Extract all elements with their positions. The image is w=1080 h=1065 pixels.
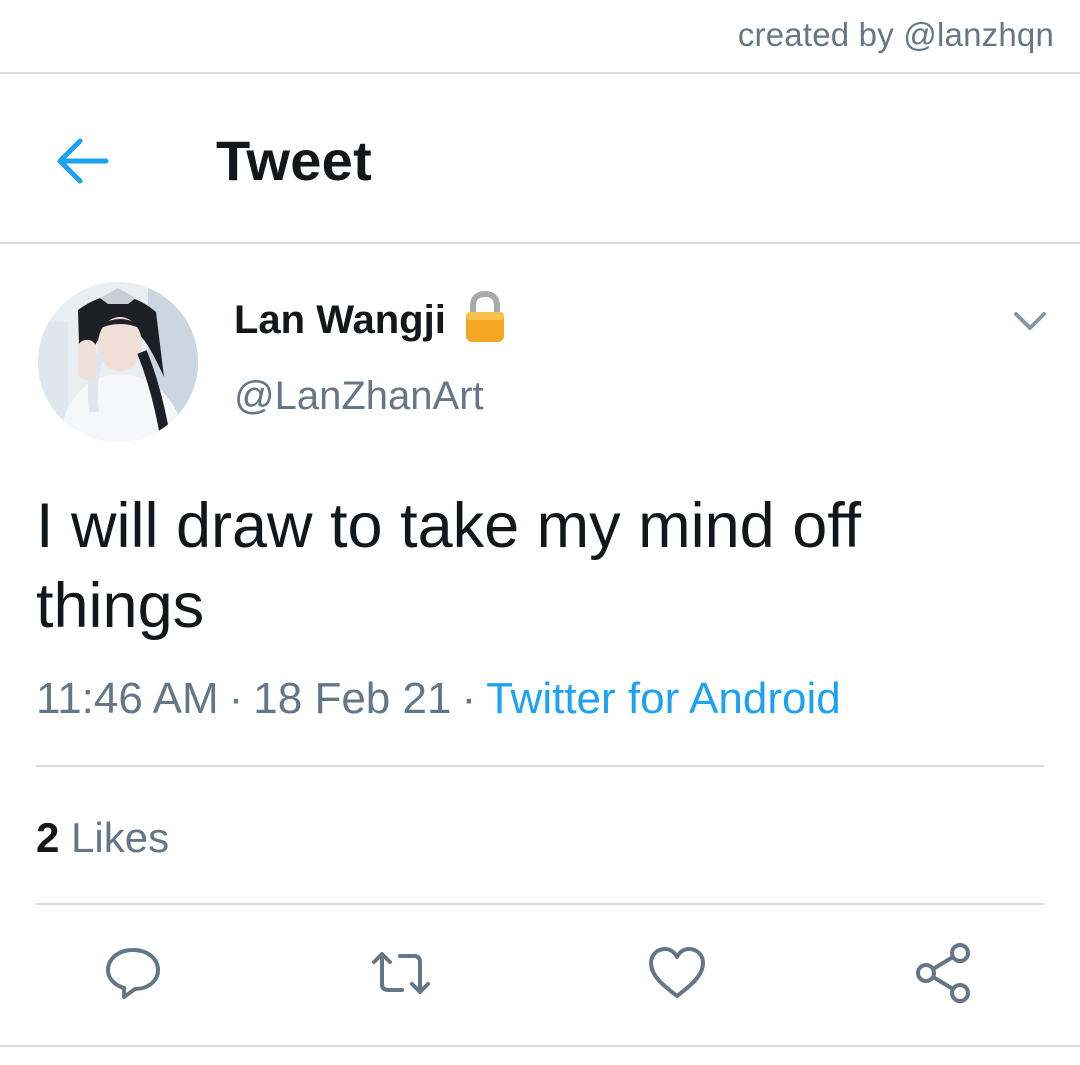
arrow-left-icon (57, 138, 109, 184)
lock-icon (465, 290, 504, 342)
author-handle[interactable]: @LanZhanArt (234, 374, 484, 419)
meta-separator: · (461, 674, 477, 723)
meta-separator: · (228, 674, 244, 723)
author-display-name: Lan Wangji (234, 297, 446, 342)
retweet-button[interactable] (368, 940, 434, 1006)
tweet-source-link[interactable]: Twitter for Android (486, 674, 841, 723)
avatar-image (38, 282, 198, 442)
chevron-down-icon (1014, 312, 1046, 330)
creator-watermark: created by @lanzhqn (737, 16, 1054, 53)
share-icon (916, 943, 970, 1003)
likes-count[interactable]: 2 Likes (36, 814, 169, 862)
author-name-row[interactable]: Lan Wangji (234, 290, 508, 344)
tweet-date: 18 Feb 21 (253, 674, 452, 723)
comment-icon (106, 948, 160, 999)
retweet-icon (372, 952, 430, 994)
likes-number: 2 (36, 814, 60, 861)
avatar[interactable] (38, 282, 198, 442)
tweet-meta: 11:46 AM · 18 Feb 21 · Twitter for Android (36, 674, 841, 724)
like-button[interactable] (644, 940, 710, 1006)
top-divider (0, 72, 1080, 74)
share-button[interactable] (912, 940, 978, 1006)
likes-label: Likes (71, 814, 170, 861)
meta-divider (36, 765, 1044, 767)
page-title: Tweet (216, 129, 373, 192)
header-divider (0, 242, 1080, 244)
tweet-text: I will draw to take my mind off things (36, 491, 862, 641)
heart-icon (649, 947, 705, 998)
bottom-divider (0, 1045, 1080, 1047)
tweet-menu-button[interactable] (1010, 306, 1050, 336)
reply-button[interactable] (100, 940, 166, 1006)
likes-divider (36, 903, 1044, 905)
back-button[interactable] (54, 134, 114, 188)
tweet-time: 11:46 AM (36, 674, 219, 723)
